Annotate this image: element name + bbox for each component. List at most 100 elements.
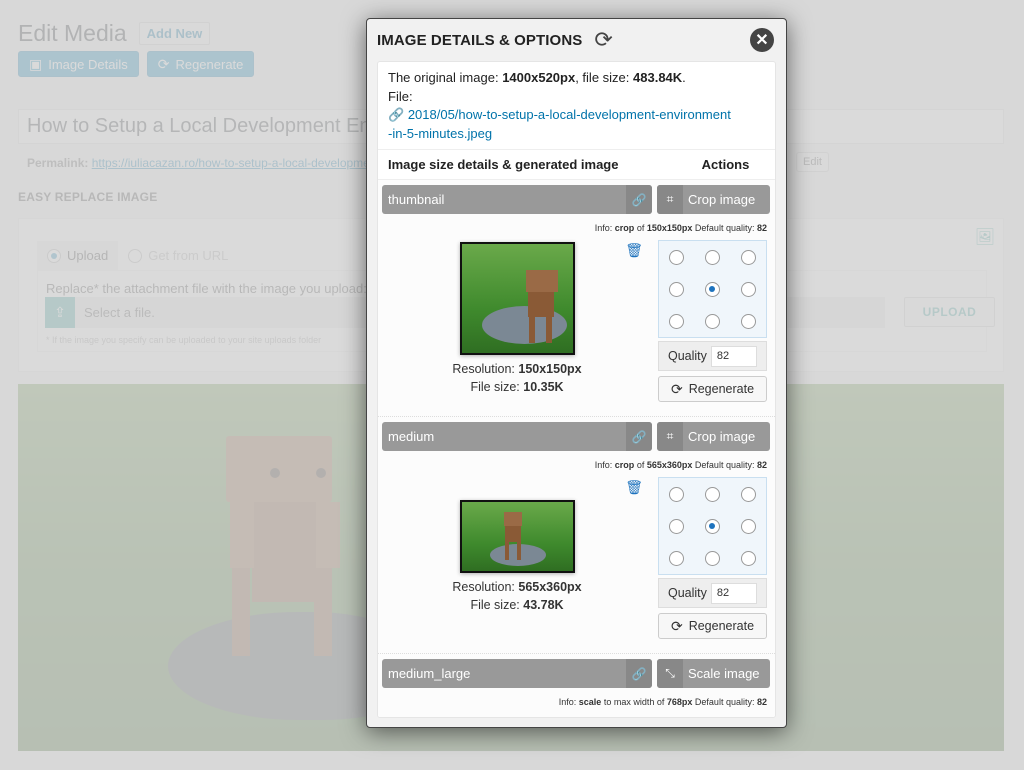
thumb-robot xyxy=(504,542,509,560)
refresh-icon[interactable]: ⟳ xyxy=(594,29,612,51)
crop-image-button[interactable]: ⌗ Crop image xyxy=(657,185,770,214)
modal-body: The original image: 1400x520px, file siz… xyxy=(377,61,776,718)
sizes-table-header: Image size details & generated image Act… xyxy=(378,150,775,180)
original-line: The original image: 1400x520px, file siz… xyxy=(388,70,686,85)
scale-icon: ⤡ xyxy=(657,659,683,688)
crop-radio-center[interactable] xyxy=(704,518,720,534)
quality-field-label: Quality xyxy=(668,586,707,600)
size-bar: medium_large 🔗 ⤡ Scale image xyxy=(382,659,771,688)
crop-image-button[interactable]: ⌗ Crop image xyxy=(657,422,770,451)
scale-image-button[interactable]: ⤡ Scale image xyxy=(657,659,770,688)
default-quality: 82 xyxy=(756,697,767,707)
crop-radio-bottom-right[interactable] xyxy=(740,550,756,566)
modal-title: IMAGE DETAILS & OPTIONS xyxy=(377,31,583,49)
crop-radio-top-right[interactable] xyxy=(740,249,756,265)
crop-radio-top-left[interactable] xyxy=(669,486,685,502)
original-filesize: 483.84K xyxy=(633,70,683,85)
crop-radio-center-left[interactable] xyxy=(669,281,685,297)
quality-input[interactable]: 82 xyxy=(710,582,757,604)
crop-radio-top-center[interactable] xyxy=(704,486,720,502)
thumb-robot xyxy=(525,270,558,292)
quality-input[interactable]: 82 xyxy=(710,345,757,367)
crop-icon: ⌗ xyxy=(657,422,683,451)
info-mode: crop xyxy=(614,223,635,233)
link-icon: 🔗 xyxy=(388,107,405,122)
close-icon[interactable]: ✕ xyxy=(750,28,774,52)
link-icon[interactable]: 🔗 xyxy=(626,659,652,688)
size-row-medium-large: medium_large 🔗 ⤡ Scale image Info: scale… xyxy=(378,654,775,717)
size-info: Info: crop of 565x360px Default quality:… xyxy=(382,451,771,474)
regenerate-size-button[interactable]: ⟳ Regenerate xyxy=(658,613,767,639)
regenerate-size-button[interactable]: ⟳ Regenerate xyxy=(658,376,767,402)
thumb-robot xyxy=(545,317,552,343)
size-name-label: medium xyxy=(388,429,435,444)
quality-box: Quality 82 xyxy=(658,341,767,371)
thumb-column: Resolution: 150x150px File size: 10.35K xyxy=(382,242,652,396)
crop-radio-bottom-left[interactable] xyxy=(669,313,685,329)
filesize-label: File size: xyxy=(470,598,520,612)
filesize-line: File size: 10.35K xyxy=(382,378,652,396)
crop-radio-top-center[interactable] xyxy=(704,249,720,265)
thumb-robot xyxy=(528,317,535,343)
crop-radio-bottom-right[interactable] xyxy=(740,313,756,329)
trash-icon[interactable]: 🗑 xyxy=(625,242,643,259)
crop-radio-bottom-center[interactable] xyxy=(704,550,720,566)
info-prefix: Info: xyxy=(558,697,577,707)
filesize-line: File size: 43.78K xyxy=(382,596,652,614)
quality-field-label: Quality xyxy=(668,349,707,363)
size-name: thumbnail 🔗 xyxy=(382,185,652,214)
file-path-line2: -in-5-minutes.jpeg xyxy=(388,125,493,141)
size-row-medium: medium 🔗 ⌗ Crop image Info: crop of 565x… xyxy=(378,417,775,654)
resolution-line: Resolution: 565x360px xyxy=(382,578,652,596)
thumb-puddle xyxy=(481,306,567,344)
info-dim: 565x360px xyxy=(646,460,693,470)
link-icon[interactable]: 🔗 xyxy=(626,422,652,451)
size-name-label: medium_large xyxy=(388,666,471,681)
action-label: Scale image xyxy=(688,666,760,681)
info-dim: 150x150px xyxy=(646,223,693,233)
crop-radio-center[interactable] xyxy=(704,281,720,297)
info-prefix: Info: xyxy=(594,460,613,470)
crop-radio-bottom-left[interactable] xyxy=(669,550,685,566)
info-text: of xyxy=(636,223,645,233)
file-label: File: xyxy=(388,88,413,104)
crop-radio-center-right[interactable] xyxy=(740,281,756,297)
quality-label: Default quality: xyxy=(694,223,755,233)
thumbnail-preview xyxy=(459,242,575,355)
file-path-line1: 2018/05/how-to-setup-a-local-development… xyxy=(407,107,731,122)
file-link[interactable]: 🔗 2018/05/how-to-setup-a-local-developme… xyxy=(388,106,765,143)
regenerate-label: Regenerate xyxy=(688,619,755,633)
crop-radio-center-left[interactable] xyxy=(669,518,685,534)
quality-label: Default quality: xyxy=(694,460,755,470)
crop-icon: ⌗ xyxy=(657,185,683,214)
info-dim: 768px xyxy=(666,697,693,707)
refresh-icon: ⟳ xyxy=(670,617,683,634)
crop-radio-top-right[interactable] xyxy=(740,486,756,502)
resolution-label: Resolution: xyxy=(452,362,515,376)
filesize-value: 10.35K xyxy=(523,380,564,394)
info-text: to max width of xyxy=(603,697,665,707)
action-label: Crop image xyxy=(688,429,756,444)
resolution-value: 150x150px xyxy=(518,362,582,376)
thumb-robot xyxy=(516,542,521,560)
trash-icon[interactable]: 🗑 xyxy=(625,479,643,496)
quality-box: Quality 82 xyxy=(658,578,767,608)
original-info: The original image: 1400x520px, file siz… xyxy=(378,62,775,150)
thumb-robot xyxy=(503,512,522,526)
size-row-thumbnail: thumbnail 🔗 ⌗ Crop image Info: crop of 1… xyxy=(378,180,775,417)
original-resolution: 1400x520px xyxy=(502,70,576,85)
info-prefix: Info: xyxy=(594,223,613,233)
crop-position-grid xyxy=(658,240,767,338)
size-info: Info: scale to max width of 768px Defaul… xyxy=(382,688,771,711)
resolution-value: 565x360px xyxy=(518,580,582,594)
size-info: Info: crop of 150x150px Default quality:… xyxy=(382,214,771,237)
crop-radio-center-right[interactable] xyxy=(740,518,756,534)
filesize-label: File size: xyxy=(470,380,520,394)
crop-radio-bottom-center[interactable] xyxy=(704,313,720,329)
crop-radio-top-left[interactable] xyxy=(669,249,685,265)
size-name-label: thumbnail xyxy=(388,192,445,207)
link-icon[interactable]: 🔗 xyxy=(626,185,652,214)
info-text: of xyxy=(636,460,645,470)
image-details-modal: IMAGE DETAILS & OPTIONS ⟳ ✕ The original… xyxy=(366,18,787,728)
resolution-line: Resolution: 150x150px xyxy=(382,360,652,378)
